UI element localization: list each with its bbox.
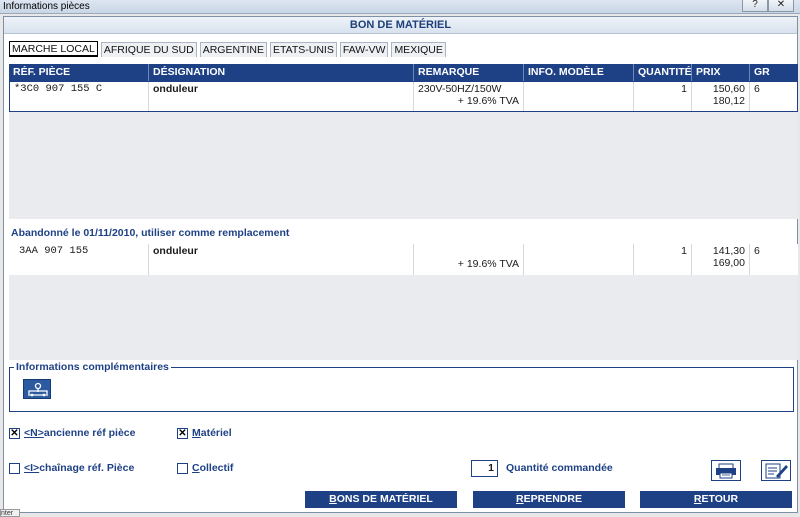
cell-gr: 6 <box>754 245 760 257</box>
cell-quantite: 1 <box>634 244 692 275</box>
retour-label: ETOUR <box>701 493 739 505</box>
parts-grid: *3C0 907 155 C onduleur 230V-50HZ/150W +… <box>9 81 798 219</box>
materiel-label: atériel <box>200 427 232 439</box>
help-button[interactable]: ? <box>742 0 768 12</box>
cell-prix-ttc: 180,12 <box>712 95 745 107</box>
replacement-label: Abandonné le 01/11/2010, utiliser comme … <box>11 227 290 239</box>
print-button[interactable] <box>711 460 741 481</box>
col-remarque[interactable]: REMARQUE <box>414 64 524 81</box>
cell-designation: onduleur <box>149 244 414 275</box>
cell-designation: onduleur <box>149 82 414 111</box>
cell-remarque: + 19.6% TVA <box>414 244 524 275</box>
close-button[interactable]: ✕ <box>768 0 794 12</box>
cell-tva: + 19.6% TVA <box>457 95 519 107</box>
table-header: RÉF. PIÈCE DÉSIGNATION REMARQUE INFO. MO… <box>9 64 798 81</box>
cell-info-modele <box>524 244 634 275</box>
cell-prix: 141,30 169,00 <box>692 244 750 275</box>
col-ref[interactable]: RÉF. PIÈCE <box>9 64 149 81</box>
cell-ref: 3AA 907 155 <box>9 244 149 275</box>
window-title: Informations pièces <box>3 1 90 12</box>
edit-note-icon <box>765 463 788 479</box>
sign-icon[interactable] <box>23 379 51 399</box>
retour-button[interactable]: RETOUR <box>640 491 792 508</box>
reprendre-label: EPRENDRE <box>523 493 582 505</box>
tab-marche-local[interactable]: MARCHE LOCAL <box>9 41 98 57</box>
old-ref-key: <N> <box>24 427 44 439</box>
cell-prix: 150,60 180,12 <box>692 82 750 111</box>
tab-mexique[interactable]: MEXIQUE <box>391 42 446 57</box>
col-gr[interactable]: GR <box>750 64 798 81</box>
table-row[interactable]: *3C0 907 155 C onduleur 230V-50HZ/150W +… <box>9 81 798 112</box>
reprendre-key: R <box>516 493 524 505</box>
title-bar: Informations pièces ? ✕ <box>0 0 800 14</box>
tab-afrique-du-sud[interactable]: AFRIQUE DU SUD <box>100 42 197 57</box>
old-ref-label: ancienne réf pièce <box>43 427 136 439</box>
reprendre-button[interactable]: REPRENDRE <box>473 491 625 508</box>
printer-icon <box>716 463 736 479</box>
page-title: BON DE MATÉRIEL <box>349 19 452 31</box>
cell-remarque-text: 230V-50HZ/150W <box>418 83 502 95</box>
cell-gr: 6 <box>754 83 760 95</box>
header-strip: BON DE MATÉRIEL <box>4 17 797 34</box>
edit-button[interactable] <box>761 460 791 481</box>
info-legend: Informations complémentaires <box>14 361 171 373</box>
chain-checkbox[interactable]: <I> chaînage réf. Pièce <box>9 462 134 474</box>
table-row[interactable]: 3AA 907 155 onduleur + 19.6% TVA 1 141,3… <box>9 244 798 275</box>
market-tabs: MARCHE LOCAL AFRIQUE DU SUD ARGENTINE ET… <box>9 41 449 57</box>
quantity-input[interactable]: 1 <box>471 460 498 477</box>
materiel-checkbox[interactable]: ✕ Matériel <box>177 427 232 439</box>
collectif-checkbox-box[interactable] <box>177 462 188 474</box>
status-tooltip: nter <box>0 509 20 517</box>
old-ref-checkbox[interactable]: ✕ <N> ancienne réf pièce <box>9 427 135 439</box>
chain-key: <I> <box>24 462 40 474</box>
cell-quantite: 1 <box>634 82 692 111</box>
cell-remarque: 230V-50HZ/150W + 19.6% TVA <box>414 82 524 111</box>
collectif-key: C <box>192 462 200 474</box>
old-ref-checkbox-box[interactable]: ✕ <box>9 427 20 439</box>
collectif-label: ollectif <box>199 462 234 474</box>
cell-ref: *3C0 907 155 C <box>10 82 149 111</box>
materiel-checkbox-box[interactable]: ✕ <box>177 427 188 439</box>
cell-prix-ttc: 169,00 <box>712 257 745 269</box>
tab-faw-vw[interactable]: FAW-VW <box>339 42 389 57</box>
bons-de-materiel-button[interactable]: BONS DE MATÉRIEL <box>305 491 457 508</box>
col-designation[interactable]: DÉSIGNATION <box>149 64 414 81</box>
col-quantite[interactable]: QUANTITÉ <box>634 64 692 81</box>
col-info-modele[interactable]: INFO. MODÈLE <box>524 64 634 81</box>
retour-key: R <box>693 493 702 505</box>
materiel-key: M <box>192 427 201 439</box>
tab-argentine[interactable]: ARGENTINE <box>199 42 267 57</box>
replacement-grid: 3AA 907 155 onduleur + 19.6% TVA 1 141,3… <box>9 244 798 360</box>
cell-info-modele <box>524 82 634 111</box>
bons-key: B <box>329 493 337 505</box>
cell-prix-ht: 150,60 <box>712 83 745 95</box>
tab-etats-unis[interactable]: ETATS-UNIS <box>269 42 337 57</box>
col-prix[interactable]: PRIX <box>692 64 750 81</box>
info-complementaires-box: Informations complémentaires <box>9 361 794 412</box>
quantity-label: Quantité commandée <box>506 462 613 474</box>
chain-label: chaînage réf. Pièce <box>39 462 135 474</box>
collectif-checkbox[interactable]: Collectif <box>177 462 233 474</box>
chain-checkbox-box[interactable] <box>9 462 20 474</box>
bons-label: ONS DE MATÉRIEL <box>336 493 433 505</box>
cell-remarque-text <box>418 245 519 258</box>
cell-prix-ht: 141,30 <box>712 245 745 257</box>
cell-tva: + 19.6% TVA <box>457 258 519 270</box>
parts-info-window: BON DE MATÉRIEL MARCHE LOCAL AFRIQUE DU … <box>3 16 798 513</box>
